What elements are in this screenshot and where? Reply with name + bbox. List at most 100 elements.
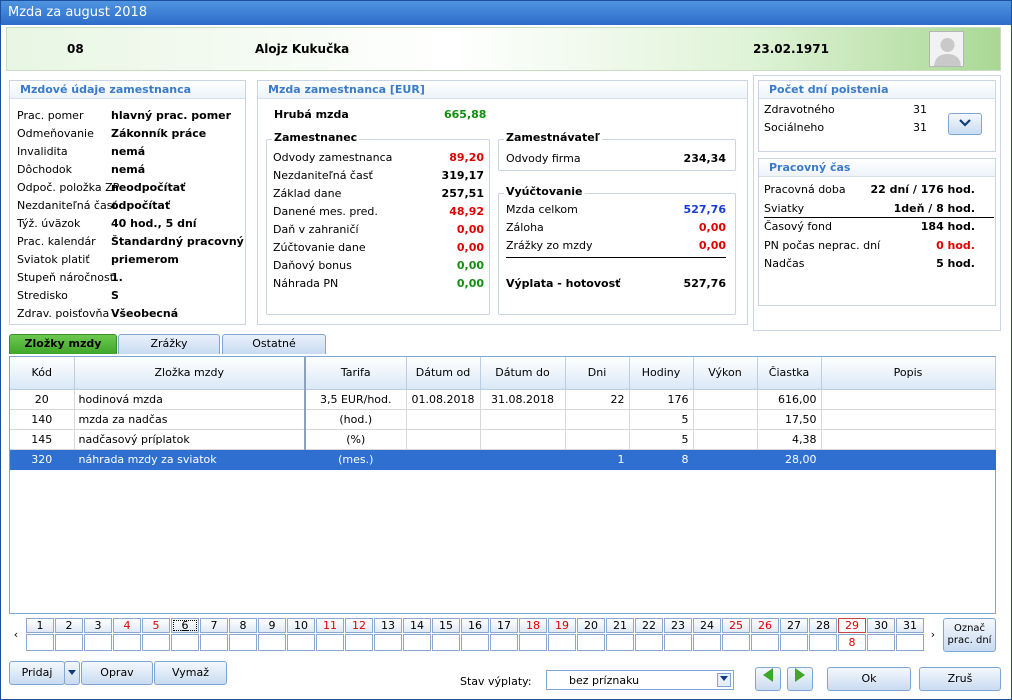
pridaj-button[interactable]: Pridaj bbox=[9, 661, 65, 685]
tab-ostatne[interactable]: Ostatné bbox=[222, 334, 326, 354]
zlozky-table[interactable]: Kód Zložka mzdy Tarifa Dátum od Dátum do Dni H… bbox=[9, 356, 996, 614]
day-hours-26[interactable] bbox=[751, 634, 779, 651]
hruba-mzda-value: 665,88 bbox=[444, 108, 487, 121]
day-hours-27[interactable] bbox=[780, 634, 808, 651]
day-hours-29[interactable]: 8 bbox=[838, 634, 866, 651]
day-5[interactable]: 5 bbox=[142, 618, 170, 633]
day-15[interactable]: 15 bbox=[432, 618, 460, 633]
day-11[interactable]: 11 bbox=[316, 618, 344, 633]
day-8[interactable]: 8 bbox=[229, 618, 257, 633]
column-header[interactable]: Kód bbox=[10, 357, 75, 390]
tab-zlozky-mzdy[interactable]: Zložky mzdy bbox=[9, 334, 117, 354]
day-13[interactable]: 13 bbox=[374, 618, 402, 633]
day-7[interactable]: 7 bbox=[200, 618, 228, 633]
day-hours-12[interactable] bbox=[345, 634, 373, 651]
ok-button[interactable]: Ok bbox=[827, 667, 911, 691]
day-29[interactable]: 29 bbox=[838, 618, 866, 633]
day-26[interactable]: 26 bbox=[751, 618, 779, 633]
day-hours-2[interactable] bbox=[55, 634, 83, 651]
chevron-down-icon bbox=[717, 673, 731, 687]
days-prev-button[interactable]: ‹ bbox=[9, 620, 23, 652]
day-9[interactable]: 9 bbox=[258, 618, 286, 633]
day-24[interactable]: 24 bbox=[693, 618, 721, 633]
day-17[interactable]: 17 bbox=[490, 618, 518, 633]
zrus-button[interactable]: Zruš bbox=[919, 667, 1001, 691]
day-25[interactable]: 25 bbox=[722, 618, 750, 633]
days-next-button[interactable]: › bbox=[926, 620, 940, 652]
day-hours-11[interactable] bbox=[316, 634, 344, 651]
day-hours-21[interactable] bbox=[606, 634, 634, 651]
day-hours-8[interactable] bbox=[229, 634, 257, 651]
next-record-button[interactable] bbox=[787, 667, 813, 691]
day-22[interactable]: 22 bbox=[635, 618, 663, 633]
column-header[interactable]: Výkon bbox=[693, 357, 758, 390]
vymaz-button[interactable]: Vymaž bbox=[154, 661, 227, 685]
day-10[interactable]: 10 bbox=[287, 618, 315, 633]
day-6[interactable]: 6 bbox=[171, 618, 199, 633]
tab-zrazky[interactable]: Zrážky bbox=[118, 334, 220, 354]
day-hours-20[interactable] bbox=[577, 634, 605, 651]
day-hours-9[interactable] bbox=[258, 634, 286, 651]
day-19[interactable]: 19 bbox=[548, 618, 576, 633]
day-18[interactable]: 18 bbox=[519, 618, 547, 633]
field-value: 0,00 bbox=[456, 259, 484, 272]
day-1[interactable]: 1 bbox=[26, 618, 54, 633]
stav-vyplaty-select[interactable]: bez príznaku bbox=[546, 670, 734, 690]
day-28[interactable]: 28 bbox=[809, 618, 837, 633]
table-cell bbox=[406, 449, 481, 470]
day-20[interactable]: 20 bbox=[577, 618, 605, 633]
day-hours-10[interactable] bbox=[287, 634, 315, 651]
column-header[interactable]: Hodiny bbox=[629, 357, 694, 390]
day-hours-22[interactable] bbox=[635, 634, 663, 651]
day-31[interactable]: 31 bbox=[896, 618, 924, 633]
day-3[interactable]: 3 bbox=[84, 618, 112, 633]
table-cell: 616,00 bbox=[757, 389, 822, 410]
day-30[interactable]: 30 bbox=[867, 618, 895, 633]
day-hours-24[interactable] bbox=[693, 634, 721, 651]
day-hours-3[interactable] bbox=[84, 634, 112, 651]
table-row[interactable]: 20 hodinová mzda 3,5 EUR/hod. 01.08.2018 31.… bbox=[10, 389, 996, 410]
day-16[interactable]: 16 bbox=[461, 618, 489, 633]
day-hours-6[interactable] bbox=[171, 634, 199, 651]
day-hours-16[interactable] bbox=[461, 634, 489, 651]
day-hours-13[interactable] bbox=[374, 634, 402, 651]
day-hours-23[interactable] bbox=[664, 634, 692, 651]
day-21[interactable]: 21 bbox=[606, 618, 634, 633]
day-hours-18[interactable] bbox=[519, 634, 547, 651]
mark-work-days-button[interactable]: Označ prac. dní bbox=[943, 618, 996, 652]
day-hours-14[interactable] bbox=[403, 634, 431, 651]
table-row[interactable]: 145 nadčasový príplatok (%) 5 4,38 bbox=[10, 429, 996, 450]
day-hours-25[interactable] bbox=[722, 634, 750, 651]
day-hours-1[interactable] bbox=[26, 634, 54, 651]
day-hours-4[interactable] bbox=[113, 634, 141, 651]
prev-record-button[interactable] bbox=[755, 667, 781, 691]
day-2[interactable]: 2 bbox=[55, 618, 83, 633]
table-row[interactable]: 320 náhrada mzdy za sviatok (mes.) 1 8 28,00 bbox=[10, 449, 996, 470]
column-header[interactable]: Dátum do bbox=[480, 357, 566, 390]
column-header[interactable]: Dátum od bbox=[406, 357, 481, 390]
expand-button[interactable] bbox=[948, 113, 982, 135]
day-hours-7[interactable] bbox=[200, 634, 228, 651]
day-12[interactable]: 12 bbox=[345, 618, 373, 633]
column-header[interactable]: Popis bbox=[821, 357, 996, 390]
oprav-button[interactable]: Oprav bbox=[81, 661, 153, 685]
field-label: Náhrada PN bbox=[273, 277, 339, 290]
column-header[interactable]: Zložka mzdy bbox=[74, 357, 306, 390]
day-hours-15[interactable] bbox=[432, 634, 460, 651]
field-label: Invalidita bbox=[17, 145, 68, 158]
day-27[interactable]: 27 bbox=[780, 618, 808, 633]
pridaj-dropdown-button[interactable] bbox=[64, 661, 80, 685]
day-hours-19[interactable] bbox=[548, 634, 576, 651]
day-hours-30[interactable] bbox=[867, 634, 895, 651]
column-header[interactable]: Dni bbox=[565, 357, 630, 390]
day-hours-17[interactable] bbox=[490, 634, 518, 651]
day-14[interactable]: 14 bbox=[403, 618, 431, 633]
column-header[interactable]: Čiastka bbox=[757, 357, 822, 390]
day-4[interactable]: 4 bbox=[113, 618, 141, 633]
day-hours-28[interactable] bbox=[809, 634, 837, 651]
day-23[interactable]: 23 bbox=[664, 618, 692, 633]
table-row[interactable]: 140 mzda za nadčas (hod.) 5 17,50 bbox=[10, 409, 996, 430]
day-hours-31[interactable] bbox=[896, 634, 924, 651]
day-hours-5[interactable] bbox=[142, 634, 170, 651]
column-header[interactable]: Tarifa bbox=[305, 357, 407, 390]
